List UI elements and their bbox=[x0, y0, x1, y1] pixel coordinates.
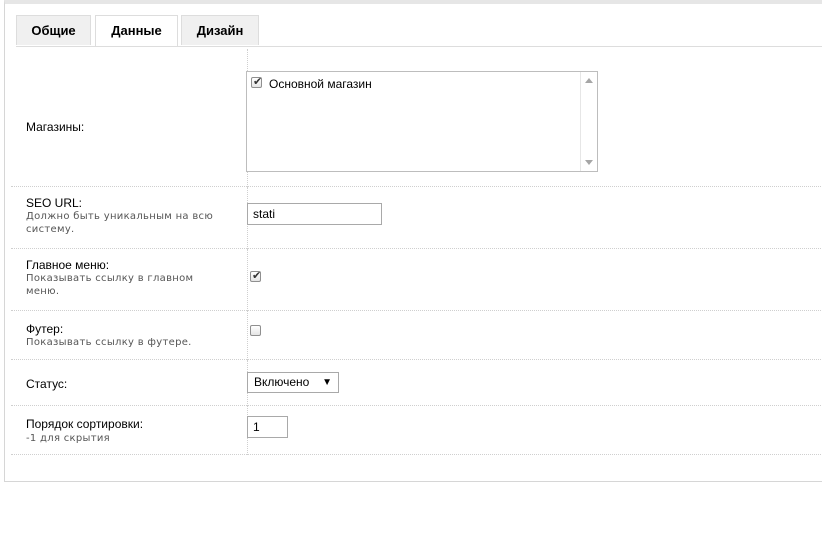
chevron-down-icon: ▼ bbox=[322, 377, 332, 388]
check-icon: ✔ bbox=[253, 76, 263, 88]
store-checkbox[interactable]: ✔ bbox=[251, 76, 263, 88]
stores-label: Магазины: bbox=[26, 120, 85, 134]
tab-general[interactable]: Общие bbox=[16, 15, 91, 45]
listbox-scrollbar[interactable] bbox=[580, 72, 597, 171]
main-menu-checkbox[interactable]: ✔ bbox=[250, 270, 262, 282]
sort-order-input[interactable]: 1 bbox=[247, 416, 288, 438]
main-menu-label: Главное меню: bbox=[26, 258, 110, 272]
footer-row: Футер: Показывать ссылку в футере. bbox=[11, 311, 822, 360]
main-menu-help: Показывать ссылку в главном меню. bbox=[26, 273, 194, 297]
sort-help: -1 для скрытия bbox=[26, 433, 110, 444]
stores-listbox[interactable]: ✔ Основной магазин bbox=[246, 71, 598, 172]
tab-bar: Общие Данные Дизайн bbox=[16, 15, 822, 47]
form-panel: Общие Данные Дизайн Магазины: ✔ Основной… bbox=[4, 0, 822, 482]
seo-label: SEO URL: bbox=[26, 196, 83, 210]
status-select[interactable]: Включено ▼ bbox=[247, 372, 339, 393]
status-row: Статус: bbox=[11, 360, 822, 406]
footer-checkbox[interactable] bbox=[250, 325, 261, 336]
store-label: Основной магазин bbox=[269, 77, 372, 91]
sort-row: Порядок сортировки: -1 для скрытия bbox=[11, 406, 822, 455]
status-label: Статус: bbox=[26, 377, 68, 391]
seo-help: Должно быть уникальным на всю систему. bbox=[26, 211, 214, 235]
footer-label: Футер: bbox=[26, 322, 64, 336]
seo-url-input[interactable]: stati bbox=[247, 203, 382, 225]
sort-label: Порядок сортировки: bbox=[26, 417, 144, 431]
tab-design[interactable]: Дизайн bbox=[181, 15, 259, 45]
scroll-up-icon[interactable] bbox=[585, 78, 593, 83]
check-icon: ✔ bbox=[252, 270, 262, 282]
scroll-down-icon[interactable] bbox=[585, 160, 593, 165]
seo-row: SEO URL: Должно быть уникальным на всю с… bbox=[11, 187, 822, 249]
status-value: Включено bbox=[254, 375, 310, 389]
footer-help: Показывать ссылку в футере. bbox=[26, 337, 192, 348]
tab-data[interactable]: Данные bbox=[95, 15, 178, 46]
main-menu-row: Главное меню: Показывать ссылку в главно… bbox=[11, 249, 822, 311]
